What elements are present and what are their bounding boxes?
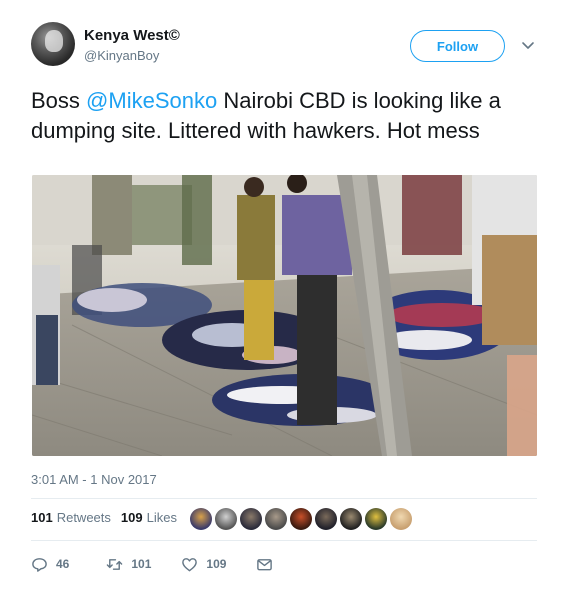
tweet-text: Boss @MikeSonko Nairobi CBD is looking l… xyxy=(31,86,541,146)
retweets-label[interactable]: Retweets xyxy=(57,510,111,525)
divider xyxy=(31,498,537,499)
liker-avatar[interactable] xyxy=(190,508,212,530)
divider xyxy=(31,540,537,541)
direct-message-icon xyxy=(257,558,273,570)
tweet-text-prefix: Boss xyxy=(31,88,87,113)
reply-button[interactable]: 46 xyxy=(31,556,69,573)
reply-icon xyxy=(32,557,47,572)
user-name[interactable]: Kenya West© xyxy=(84,27,180,44)
mention-link[interactable]: @MikeSonko xyxy=(86,88,217,113)
tweet-actions: 46 101 109 xyxy=(31,554,273,574)
liker-avatar[interactable] xyxy=(315,508,337,530)
liker-avatar[interactable] xyxy=(265,508,287,530)
liker-avatar[interactable] xyxy=(340,508,362,530)
reply-count: 46 xyxy=(56,557,70,571)
like-count: 109 xyxy=(206,557,227,571)
retweet-icon xyxy=(107,558,123,570)
heart-icon xyxy=(182,557,198,571)
tweet-photo[interactable] xyxy=(32,175,537,456)
liker-avatar[interactable] xyxy=(390,508,412,530)
user-handle[interactable]: @KinyanBoy xyxy=(84,48,159,63)
tweet-stats: 101 Retweets 109 Likes xyxy=(31,510,177,525)
avatar[interactable] xyxy=(31,22,75,66)
direct-message-button[interactable] xyxy=(256,556,273,573)
retweet-count: 101 xyxy=(131,557,152,571)
liker-avatar[interactable] xyxy=(215,508,237,530)
tweet-card: Kenya West© @KinyanBoy Follow Boss @Mike… xyxy=(0,0,568,593)
liker-avatar[interactable] xyxy=(365,508,387,530)
liker-avatars xyxy=(190,508,415,530)
follow-button[interactable]: Follow xyxy=(410,30,505,62)
liker-avatar[interactable] xyxy=(290,508,312,530)
likes-label[interactable]: Likes xyxy=(147,510,177,525)
like-button[interactable]: 109 xyxy=(181,556,226,573)
liker-avatar[interactable] xyxy=(240,508,262,530)
retweet-button[interactable]: 101 xyxy=(106,556,151,573)
tweet-timestamp[interactable]: 3:01 AM - 1 Nov 2017 xyxy=(31,472,157,487)
likes-count[interactable]: 109 xyxy=(121,510,143,525)
chevron-down-icon[interactable] xyxy=(520,37,536,53)
retweets-count[interactable]: 101 xyxy=(31,510,53,525)
